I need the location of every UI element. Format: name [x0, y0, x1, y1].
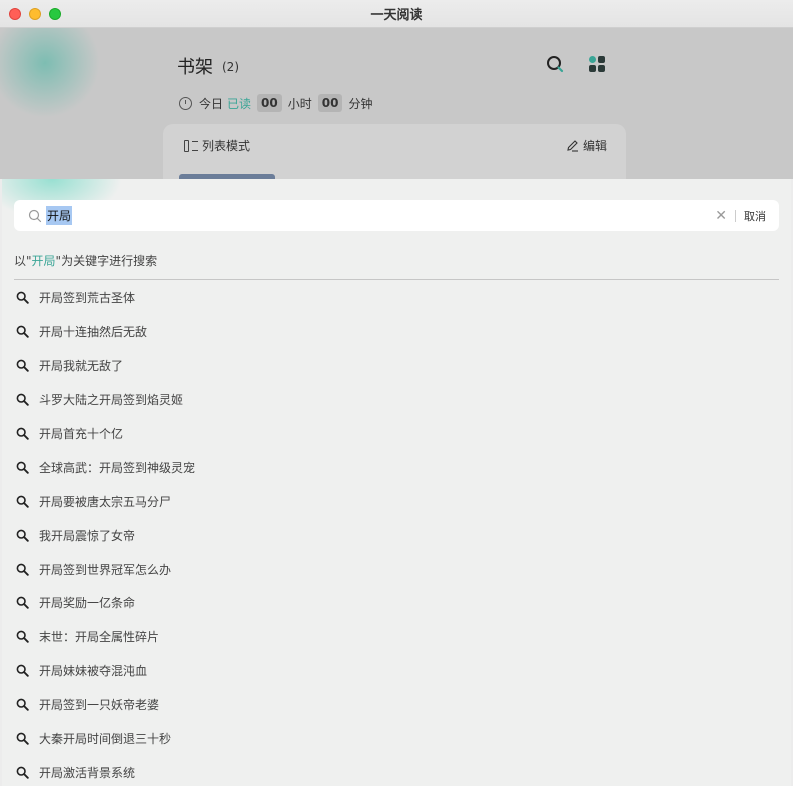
- divider: [735, 209, 736, 222]
- minutes-unit: 分钟: [348, 96, 373, 111]
- suggestion-label: 开局要被唐太宗五马分尸: [39, 494, 172, 509]
- grid-view-icon[interactable]: [589, 56, 605, 72]
- suggestion-label: 开局签到一只妖帝老婆: [39, 698, 160, 713]
- zoom-window-button[interactable]: [49, 8, 61, 20]
- search-icon: [16, 563, 29, 576]
- today-read-label: 已读: [227, 96, 252, 111]
- window-controls: [9, 8, 61, 20]
- hours-unit: 小时: [287, 96, 312, 111]
- minimize-window-button[interactable]: [29, 8, 41, 20]
- suggestion-label: 末世：开局全属性碎片: [39, 630, 160, 645]
- suggestion-item[interactable]: 开局激活背景系统: [14, 755, 779, 786]
- suggestion-item[interactable]: 开局首充十个亿: [14, 417, 779, 451]
- suggestion-item[interactable]: 开局奖励一亿条命: [14, 586, 779, 620]
- suggestion-label: 开局十连抽然后无敌: [39, 325, 148, 340]
- search-suggestions: 开局签到荒古圣体 开局十连抽然后无敌 开局我就无敌了 斗罗大陆之开局签到焰灵姬 …: [14, 281, 779, 786]
- suggestion-label: 开局首充十个亿: [39, 427, 124, 441]
- search-icon: [16, 630, 29, 644]
- search-icon: [16, 359, 29, 372]
- bookshelf-count: (2): [222, 60, 239, 74]
- suggestion-item[interactable]: 大秦开局时间倒退三十秒: [14, 722, 779, 756]
- suggestion-item[interactable]: 全球高武：开局签到神级灵宠: [14, 450, 779, 484]
- hint-suffix: "为关键字进行搜索: [55, 254, 158, 268]
- suggestion-label: 开局我就无敌了: [39, 359, 124, 374]
- list-mode-label: 列表模式: [202, 139, 251, 153]
- search-icon: [16, 495, 29, 508]
- list-mode-button[interactable]: 列表模式: [184, 137, 250, 154]
- edit-label: 编辑: [582, 139, 607, 153]
- suggestion-item[interactable]: 开局签到世界冠军怎么办: [14, 552, 779, 586]
- suggestion-label: 斗罗大陆之开局签到焰灵姬: [39, 393, 184, 408]
- suggestion-item[interactable]: 开局十连抽然后无敌: [14, 315, 779, 349]
- bookshelf-background: 书架 (2) 今日 已读 00 小时 00 分钟 列表模式 编辑: [0, 28, 793, 179]
- suggestion-label: 开局奖励一亿条命: [39, 596, 136, 611]
- list-icon: [184, 139, 198, 152]
- search-icon: [16, 698, 29, 711]
- suggestion-item[interactable]: 末世：开局全属性碎片: [14, 620, 779, 654]
- suggestion-label: 开局签到世界冠军怎么办: [39, 562, 172, 577]
- suggestion-item[interactable]: 开局妹妹被夺混沌血: [14, 654, 779, 688]
- decorative-glow: [0, 28, 100, 118]
- today-reading-stats: 今日 已读 00 小时 00 分钟: [179, 94, 372, 112]
- hint-prefix: 以": [14, 254, 32, 268]
- suggestion-label: 开局妹妹被夺混沌血: [39, 664, 148, 679]
- search-icon: [16, 597, 29, 610]
- suggestion-item[interactable]: 开局签到一只妖帝老婆: [14, 688, 779, 722]
- search-query-selected: 开局: [46, 206, 73, 225]
- search-icon: [16, 461, 29, 474]
- hint-keyword: 开局: [31, 254, 56, 268]
- search-icon[interactable]: [546, 55, 564, 73]
- search-icon: [16, 427, 29, 440]
- search-input[interactable]: 开局: [46, 206, 715, 226]
- suggestion-label: 大秦开局时间倒退三十秒: [39, 732, 172, 747]
- bookshelf-card: 列表模式 编辑: [163, 124, 626, 179]
- hours-value: 00: [257, 94, 282, 112]
- suggestion-item[interactable]: 开局要被唐太宗五马分尸: [14, 484, 779, 518]
- minutes-value: 00: [317, 94, 343, 112]
- search-icon: [28, 209, 42, 222]
- suggestion-label: 全球高武：开局签到神级灵宠: [39, 460, 196, 475]
- search-icon: [16, 664, 29, 677]
- edit-button[interactable]: 编辑: [566, 137, 607, 154]
- results-divider: [14, 279, 779, 280]
- search-icon: [16, 292, 29, 305]
- clear-search-icon[interactable]: ✕: [715, 208, 727, 224]
- title-bar: 一天阅读: [0, 0, 793, 28]
- search-icon: [16, 393, 29, 406]
- suggestion-item[interactable]: 开局签到荒古圣体: [14, 281, 779, 315]
- today-label: 今日: [199, 96, 224, 111]
- suggestion-label: 我开局震惊了女帝: [39, 528, 136, 543]
- bookshelf-title: 书架: [177, 57, 213, 78]
- suggestion-item[interactable]: 开局我就无敌了: [14, 349, 779, 383]
- search-icon: [16, 325, 29, 339]
- pencil-icon: [567, 140, 578, 152]
- suggestion-item[interactable]: 我开局震惊了女帝: [14, 518, 779, 552]
- suggestion-item[interactable]: 斗罗大陆之开局签到焰灵姬: [14, 383, 779, 417]
- keyword-search-hint[interactable]: 以"开局"为关键字进行搜索: [14, 252, 157, 269]
- cancel-button[interactable]: 取消: [744, 208, 766, 224]
- suggestion-label: 开局激活背景系统: [39, 765, 136, 780]
- window-title: 一天阅读: [370, 8, 423, 23]
- search-icon: [16, 766, 29, 779]
- search-bar: 开局 ✕ 取消: [14, 200, 779, 231]
- clock-icon: [179, 96, 192, 110]
- close-window-button[interactable]: [9, 8, 21, 20]
- search-icon: [16, 529, 29, 542]
- search-icon: [16, 732, 29, 745]
- suggestion-label: 开局签到荒古圣体: [39, 291, 136, 306]
- search-overlay: 开局 ✕ 取消 以"开局"为关键字进行搜索 开局签到荒古圣体 开局十连抽然后无敌…: [2, 179, 791, 786]
